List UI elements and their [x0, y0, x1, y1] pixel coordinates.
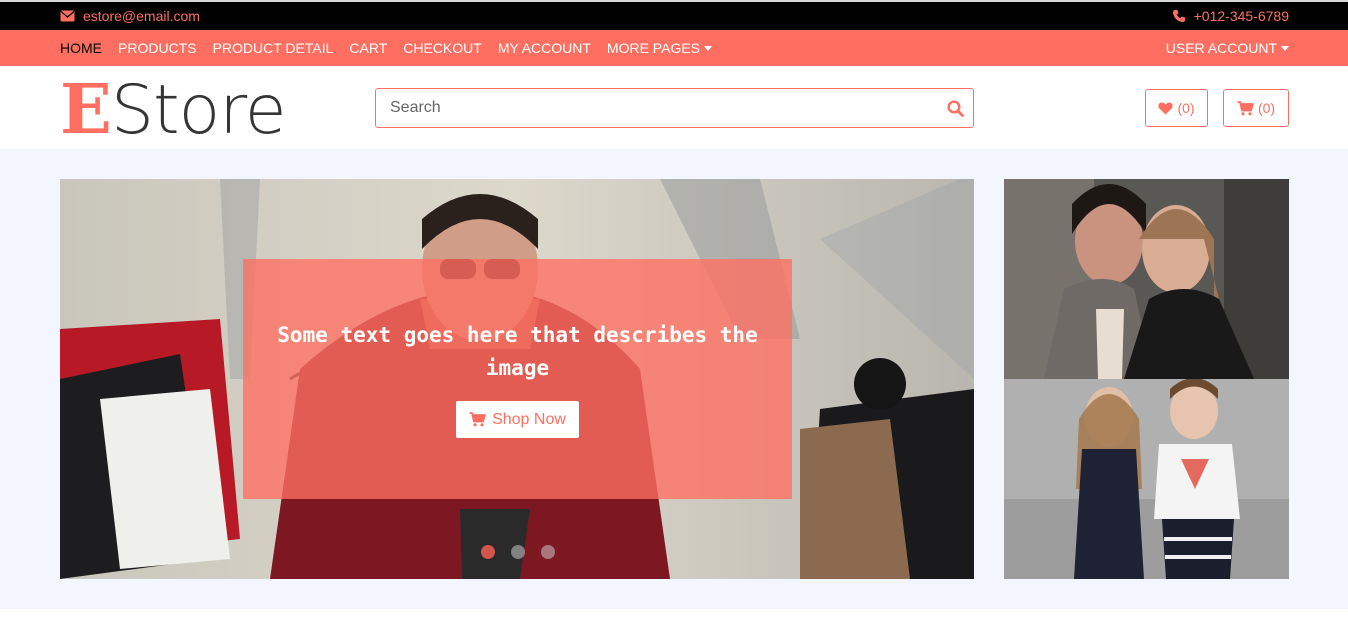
caption-text: Some text goes here that describes the i… — [277, 323, 758, 380]
header: EStore (0) (0) — [0, 66, 1348, 151]
nav-item-products[interactable]: PRODUCTS — [118, 40, 197, 56]
slider-dot-2[interactable] — [511, 545, 525, 559]
slider-dot-1[interactable] — [481, 545, 495, 559]
caret-down-icon — [1281, 45, 1289, 51]
slider-dot-3[interactable] — [541, 545, 555, 559]
shop-now-button[interactable]: Shop Now — [456, 401, 579, 438]
nav-item-my-account[interactable]: MY ACCOUNT — [498, 40, 591, 56]
logo-initial: E — [60, 70, 112, 150]
heart-icon — [1158, 102, 1174, 114]
email-text: estore@email.com — [83, 8, 200, 24]
search-button[interactable] — [937, 89, 973, 127]
caret-down-icon — [704, 45, 713, 51]
nav-menu: HOME PRODUCTS PRODUCT DETAIL CART CHECKO… — [60, 30, 728, 66]
kids-fashion-image — [1004, 379, 1289, 579]
logo[interactable]: EStore — [60, 70, 287, 151]
email-contact[interactable]: estore@email.com — [60, 8, 200, 24]
nav-item-home[interactable]: HOME — [60, 40, 102, 56]
wishlist-count: (0) — [1177, 100, 1195, 116]
slider-dots — [481, 545, 555, 559]
search-input[interactable] — [376, 99, 937, 117]
side-banner-women[interactable] — [1004, 179, 1289, 379]
top-bar: estore@email.com +012-345-6789 — [0, 0, 1348, 30]
user-account-dropdown[interactable]: USER ACCOUNT — [1166, 30, 1289, 66]
side-banner-kids[interactable] — [1004, 379, 1289, 579]
shopping-cart-icon — [469, 412, 486, 427]
nav-item-cart[interactable]: CART — [349, 40, 387, 56]
user-account-label: USER ACCOUNT — [1165, 40, 1277, 56]
more-pages-label: MORE PAGES — [606, 40, 701, 56]
cart-count: (0) — [1257, 100, 1276, 116]
phone-text: +012-345-6789 — [1193, 8, 1289, 24]
page-bottom — [0, 609, 1348, 640]
search-bar — [375, 88, 974, 128]
wishlist-button[interactable]: (0) — [1145, 89, 1208, 127]
nav-item-checkout[interactable]: CHECKOUT — [403, 40, 482, 56]
women-fashion-image — [1004, 179, 1289, 379]
nav-item-product-detail[interactable]: PRODUCT DETAIL — [213, 40, 334, 56]
hero-slider: Some text goes here that describes the i… — [60, 179, 974, 579]
phone-contact[interactable]: +012-345-6789 — [1172, 8, 1289, 24]
envelope-icon — [60, 10, 75, 22]
hero-section: Some text goes here that describes the i… — [0, 149, 1348, 609]
main-nav: HOME PRODUCTS PRODUCT DETAIL CART CHECKO… — [0, 30, 1348, 66]
cart-button[interactable]: (0) — [1223, 89, 1289, 127]
search-icon — [946, 99, 964, 117]
phone-icon — [1172, 10, 1185, 22]
slide-caption: Some text goes here that describes the i… — [243, 259, 792, 499]
shopping-cart-icon — [1237, 100, 1254, 115]
shop-now-label: Shop Now — [492, 410, 566, 428]
nav-item-more-pages[interactable]: MORE PAGES — [606, 40, 713, 56]
logo-text: Store — [110, 71, 287, 150]
